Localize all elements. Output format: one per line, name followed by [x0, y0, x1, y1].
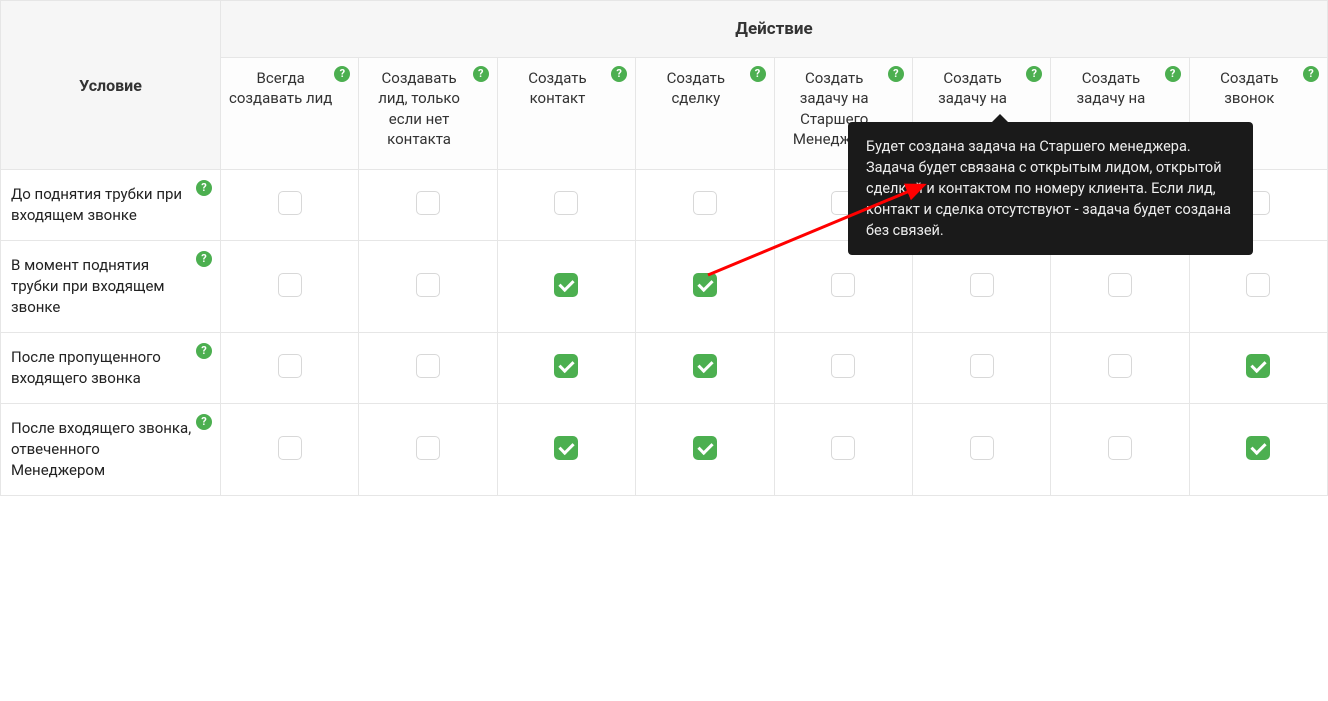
- checkbox[interactable]: [416, 273, 440, 297]
- checkbox[interactable]: [416, 436, 440, 460]
- checkbox-cell: [497, 170, 635, 241]
- help-icon[interactable]: ?: [1165, 66, 1181, 82]
- help-icon[interactable]: ?: [196, 414, 212, 430]
- checkbox[interactable]: [831, 354, 855, 378]
- help-icon[interactable]: ?: [1303, 66, 1319, 82]
- checkbox[interactable]: [278, 191, 302, 215]
- checkbox-cell: [1051, 404, 1189, 496]
- row-label-cell: До поднятия трубки при входящем звонке?: [1, 170, 221, 241]
- help-icon[interactable]: ?: [888, 66, 904, 82]
- checkbox-cell: [221, 241, 359, 333]
- checkbox[interactable]: [554, 436, 578, 460]
- checkbox[interactable]: [970, 354, 994, 378]
- checkbox[interactable]: [693, 436, 717, 460]
- help-icon[interactable]: ?: [750, 66, 766, 82]
- table-row: После входящего звонка, отвеченного Мене…: [1, 404, 1328, 496]
- checkbox[interactable]: [1246, 354, 1270, 378]
- checkbox[interactable]: [554, 273, 578, 297]
- help-icon[interactable]: ?: [196, 180, 212, 196]
- checkbox-cell: [359, 404, 497, 496]
- row-label-cell: После входящего звонка, отвеченного Мене…: [1, 404, 221, 496]
- checkbox-cell: [359, 170, 497, 241]
- row-label-cell: После пропущенного входящего звонка?: [1, 333, 221, 404]
- checkbox[interactable]: [278, 436, 302, 460]
- checkbox[interactable]: [831, 436, 855, 460]
- checkbox[interactable]: [693, 191, 717, 215]
- checkbox-cell: [497, 241, 635, 333]
- checkbox[interactable]: [1108, 436, 1132, 460]
- checkbox[interactable]: [1246, 273, 1270, 297]
- column-header: Создать контакт ?: [497, 58, 635, 170]
- checkbox[interactable]: [416, 354, 440, 378]
- row-label-cell: В момент поднятия трубки при входящем зв…: [1, 241, 221, 333]
- column-header: Создавать лид, только если нет контакта …: [359, 58, 497, 170]
- checkbox-cell: [636, 404, 774, 496]
- column-header: Создать сделку ?: [636, 58, 774, 170]
- checkbox[interactable]: [554, 191, 578, 215]
- help-icon[interactable]: ?: [473, 66, 489, 82]
- checkbox[interactable]: [1108, 273, 1132, 297]
- help-icon[interactable]: ?: [196, 251, 212, 267]
- checkbox-cell: [912, 333, 1050, 404]
- help-icon[interactable]: ?: [611, 66, 627, 82]
- checkbox-cell: [636, 333, 774, 404]
- tooltip: Будет создана задача на Старшего менедже…: [848, 122, 1253, 255]
- checkbox-cell: [359, 333, 497, 404]
- checkbox-cell: [221, 333, 359, 404]
- checkbox[interactable]: [278, 273, 302, 297]
- condition-header: Условие: [1, 1, 221, 170]
- checkbox[interactable]: [693, 354, 717, 378]
- checkbox-cell: [636, 241, 774, 333]
- checkbox-cell: [912, 404, 1050, 496]
- checkbox-cell: [497, 404, 635, 496]
- checkbox-cell: [1189, 404, 1327, 496]
- checkbox[interactable]: [1108, 354, 1132, 378]
- checkbox[interactable]: [970, 436, 994, 460]
- checkbox[interactable]: [693, 273, 717, 297]
- checkbox[interactable]: [278, 354, 302, 378]
- checkbox-cell: [221, 170, 359, 241]
- action-header: Действие: [221, 1, 1328, 58]
- checkbox[interactable]: [1246, 436, 1270, 460]
- column-header: Всегда создавать лид ?: [221, 58, 359, 170]
- checkbox-cell: [636, 170, 774, 241]
- checkbox[interactable]: [970, 273, 994, 297]
- checkbox[interactable]: [831, 273, 855, 297]
- checkbox-cell: [774, 333, 912, 404]
- checkbox-cell: [1189, 333, 1327, 404]
- table-row: После пропущенного входящего звонка?: [1, 333, 1328, 404]
- checkbox-cell: [497, 333, 635, 404]
- checkbox-cell: [1051, 333, 1189, 404]
- checkbox[interactable]: [554, 354, 578, 378]
- checkbox-cell: [359, 241, 497, 333]
- checkbox[interactable]: [416, 191, 440, 215]
- checkbox-cell: [221, 404, 359, 496]
- help-icon[interactable]: ?: [196, 343, 212, 359]
- checkbox-cell: [774, 404, 912, 496]
